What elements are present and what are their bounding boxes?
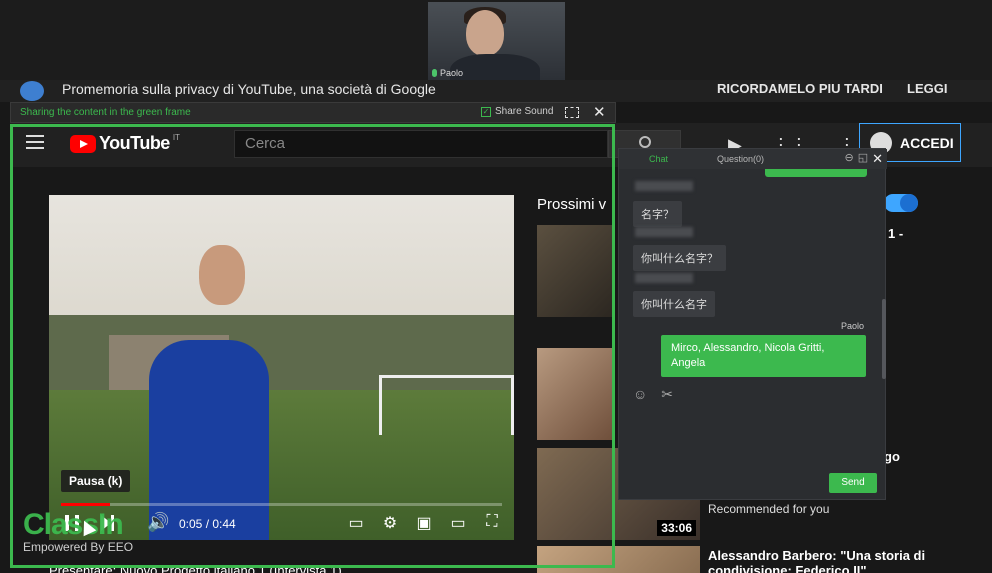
my-message: Mirco, Alessandro, Nicola Gritti, Angela — [661, 335, 866, 377]
close-icon[interactable]: ✕ — [593, 103, 606, 121]
share-sound-label: Share Sound — [495, 106, 554, 117]
previous-message-bubble — [765, 169, 867, 177]
send-button[interactable]: Send — [829, 473, 877, 493]
chat-panel: Chat Question(0) ⊖ ◱ ✕ 名字？ 你叫什么名字？ 你叫什么名… — [618, 148, 887, 500]
youtube-region: IT — [172, 133, 180, 142]
progress-bar[interactable] — [61, 503, 502, 506]
player-right-controls: ▭ ⚙ ▣ ▭ ⛶ — [346, 513, 502, 532]
scissors-icon[interactable]: ✂ — [661, 386, 673, 403]
select-area-icon[interactable] — [565, 107, 579, 118]
privacy-banner: Promemoria sulla privacy di YouTube, una… — [0, 80, 992, 102]
video-goal — [379, 375, 514, 435]
video-title[interactable]: Presentare: Nuovo Progetto italiano 1 (I… — [49, 563, 342, 573]
chat-tabs: Chat Question(0) ⊖ ◱ ✕ — [619, 149, 887, 169]
chat-message: 名字？ — [633, 201, 682, 227]
google-logo-icon — [20, 81, 44, 101]
chat-message: 你叫什么名字 — [633, 291, 715, 317]
chat-message: 你叫什么名字？ — [633, 245, 726, 271]
time-display: 0:05 / 0:44 — [179, 517, 236, 531]
classin-tagline: Empowered By EEO — [23, 540, 134, 554]
video-title-fragment: 1 - — [888, 226, 904, 241]
sender-name-blurred — [635, 227, 693, 237]
my-name: Paolo — [841, 321, 865, 331]
remind-later-button[interactable]: RICORDAMELO PIU TARDI — [717, 81, 883, 96]
privacy-text: Promemoria sulla privacy di YouTube, una… — [62, 81, 436, 97]
youtube-wordmark: YouTube — [99, 133, 170, 153]
search-input[interactable]: Cerca — [234, 130, 608, 158]
webcam-face — [466, 10, 504, 56]
volume-icon[interactable]: 🔊 — [147, 512, 169, 533]
read-button[interactable]: LEGGI — [907, 81, 947, 96]
fullscreen-icon[interactable]: ⛶ — [482, 513, 502, 531]
minimize-icon[interactable]: ⊖ — [844, 151, 853, 167]
theater-mode-icon[interactable]: ▭ — [448, 513, 468, 532]
share-toolbar: Sharing the content in the green frame ✓… — [10, 102, 616, 123]
youtube-play-icon — [70, 134, 96, 153]
video-title-fragment: go — [884, 449, 900, 464]
tab-chat[interactable]: Chat — [649, 154, 668, 164]
video-strip: Paolo — [0, 0, 992, 80]
share-sound-checkbox[interactable]: ✓ — [481, 106, 491, 117]
menu-icon[interactable] — [26, 135, 44, 149]
share-sound-option[interactable]: ✓ Share Sound — [481, 106, 553, 117]
video-thumbnail[interactable] — [537, 348, 615, 440]
sender-name-blurred — [635, 273, 693, 283]
webcam-name: Paolo — [440, 68, 464, 78]
settings-gear-icon[interactable]: ⚙ — [380, 513, 400, 532]
miniplayer-icon[interactable]: ▣ — [414, 513, 434, 532]
video-person-head — [199, 245, 245, 305]
up-next-heading: Prossimi v — [537, 196, 607, 213]
chat-window-controls: ⊖ ◱ ✕ — [844, 151, 883, 167]
screen: Paolo Promemoria sulla privacy di YouTub… — [0, 0, 992, 573]
sender-name-blurred — [635, 181, 693, 191]
video-player[interactable]: Pausa (k) 🔊 0:05 / 0:44 ▭ ⚙ ▣ ▭ ⛶ — [49, 195, 514, 540]
microphone-icon — [432, 69, 437, 77]
video-thumbnail[interactable] — [537, 225, 615, 317]
close-icon[interactable]: ✕ — [872, 151, 883, 167]
chat-scrollbar[interactable] — [882, 299, 886, 379]
webcam-tile[interactable]: Paolo — [428, 2, 565, 80]
sign-in-label: ACCEDI — [900, 134, 954, 151]
classin-watermark: ClassIn Empowered By EEO — [23, 508, 133, 554]
recommended-label: Recommended for you — [708, 502, 830, 516]
tab-question[interactable]: Question(0) — [717, 154, 764, 164]
video-thumbnail[interactable] — [537, 546, 700, 573]
emoji-icon[interactable]: ☺ — [633, 386, 647, 403]
video-title[interactable]: Alessandro Barbero: "Una storia di condi… — [708, 548, 948, 573]
progress-fill — [61, 503, 110, 506]
youtube-logo[interactable]: YouTube IT — [70, 133, 180, 154]
restore-icon[interactable]: ◱ — [858, 151, 868, 167]
search-icon — [639, 136, 651, 148]
autoplay-toggle[interactable] — [884, 194, 918, 212]
share-hint: Sharing the content in the green frame — [20, 107, 191, 118]
webcam-body — [450, 54, 540, 80]
pause-tooltip: Pausa (k) — [61, 470, 131, 492]
chat-tools: ☺ ✂ — [633, 386, 673, 403]
webcam-name-label: Paolo — [432, 68, 463, 78]
duration-badge: 33:06 — [657, 520, 696, 536]
subtitles-icon[interactable]: ▭ — [346, 513, 366, 532]
